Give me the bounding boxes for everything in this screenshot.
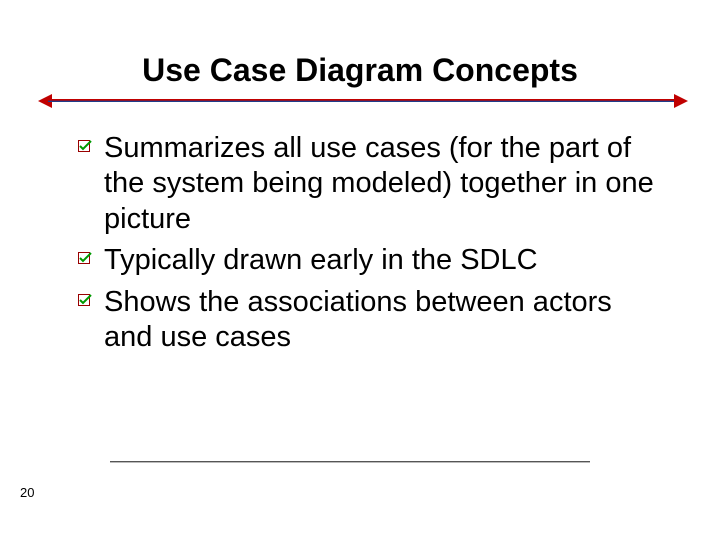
list-item: Shows the associations between actors an… [78,285,654,356]
list-item: Typically drawn early in the SDLC [78,243,654,278]
slide: Use Case Diagram Concepts Summarizes all… [0,0,720,540]
arrow-right-icon [674,94,688,108]
list-item-text: Typically drawn early in the SDLC [104,244,538,276]
divider-line [48,99,678,102]
list-item-text: Summarizes all use cases (for the part o… [104,132,654,235]
footer-divider [110,461,590,462]
checkbox-icon [78,294,92,308]
page-number: 20 [20,485,34,500]
list-item-text: Shows the associations between actors an… [104,286,612,353]
list-item: Summarizes all use cases (for the part o… [78,131,654,237]
bullet-list: Summarizes all use cases (for the part o… [48,131,672,355]
page-title: Use Case Diagram Concepts [48,52,672,89]
checkbox-icon [78,140,92,154]
title-divider [48,97,678,105]
checkbox-icon [78,252,92,266]
